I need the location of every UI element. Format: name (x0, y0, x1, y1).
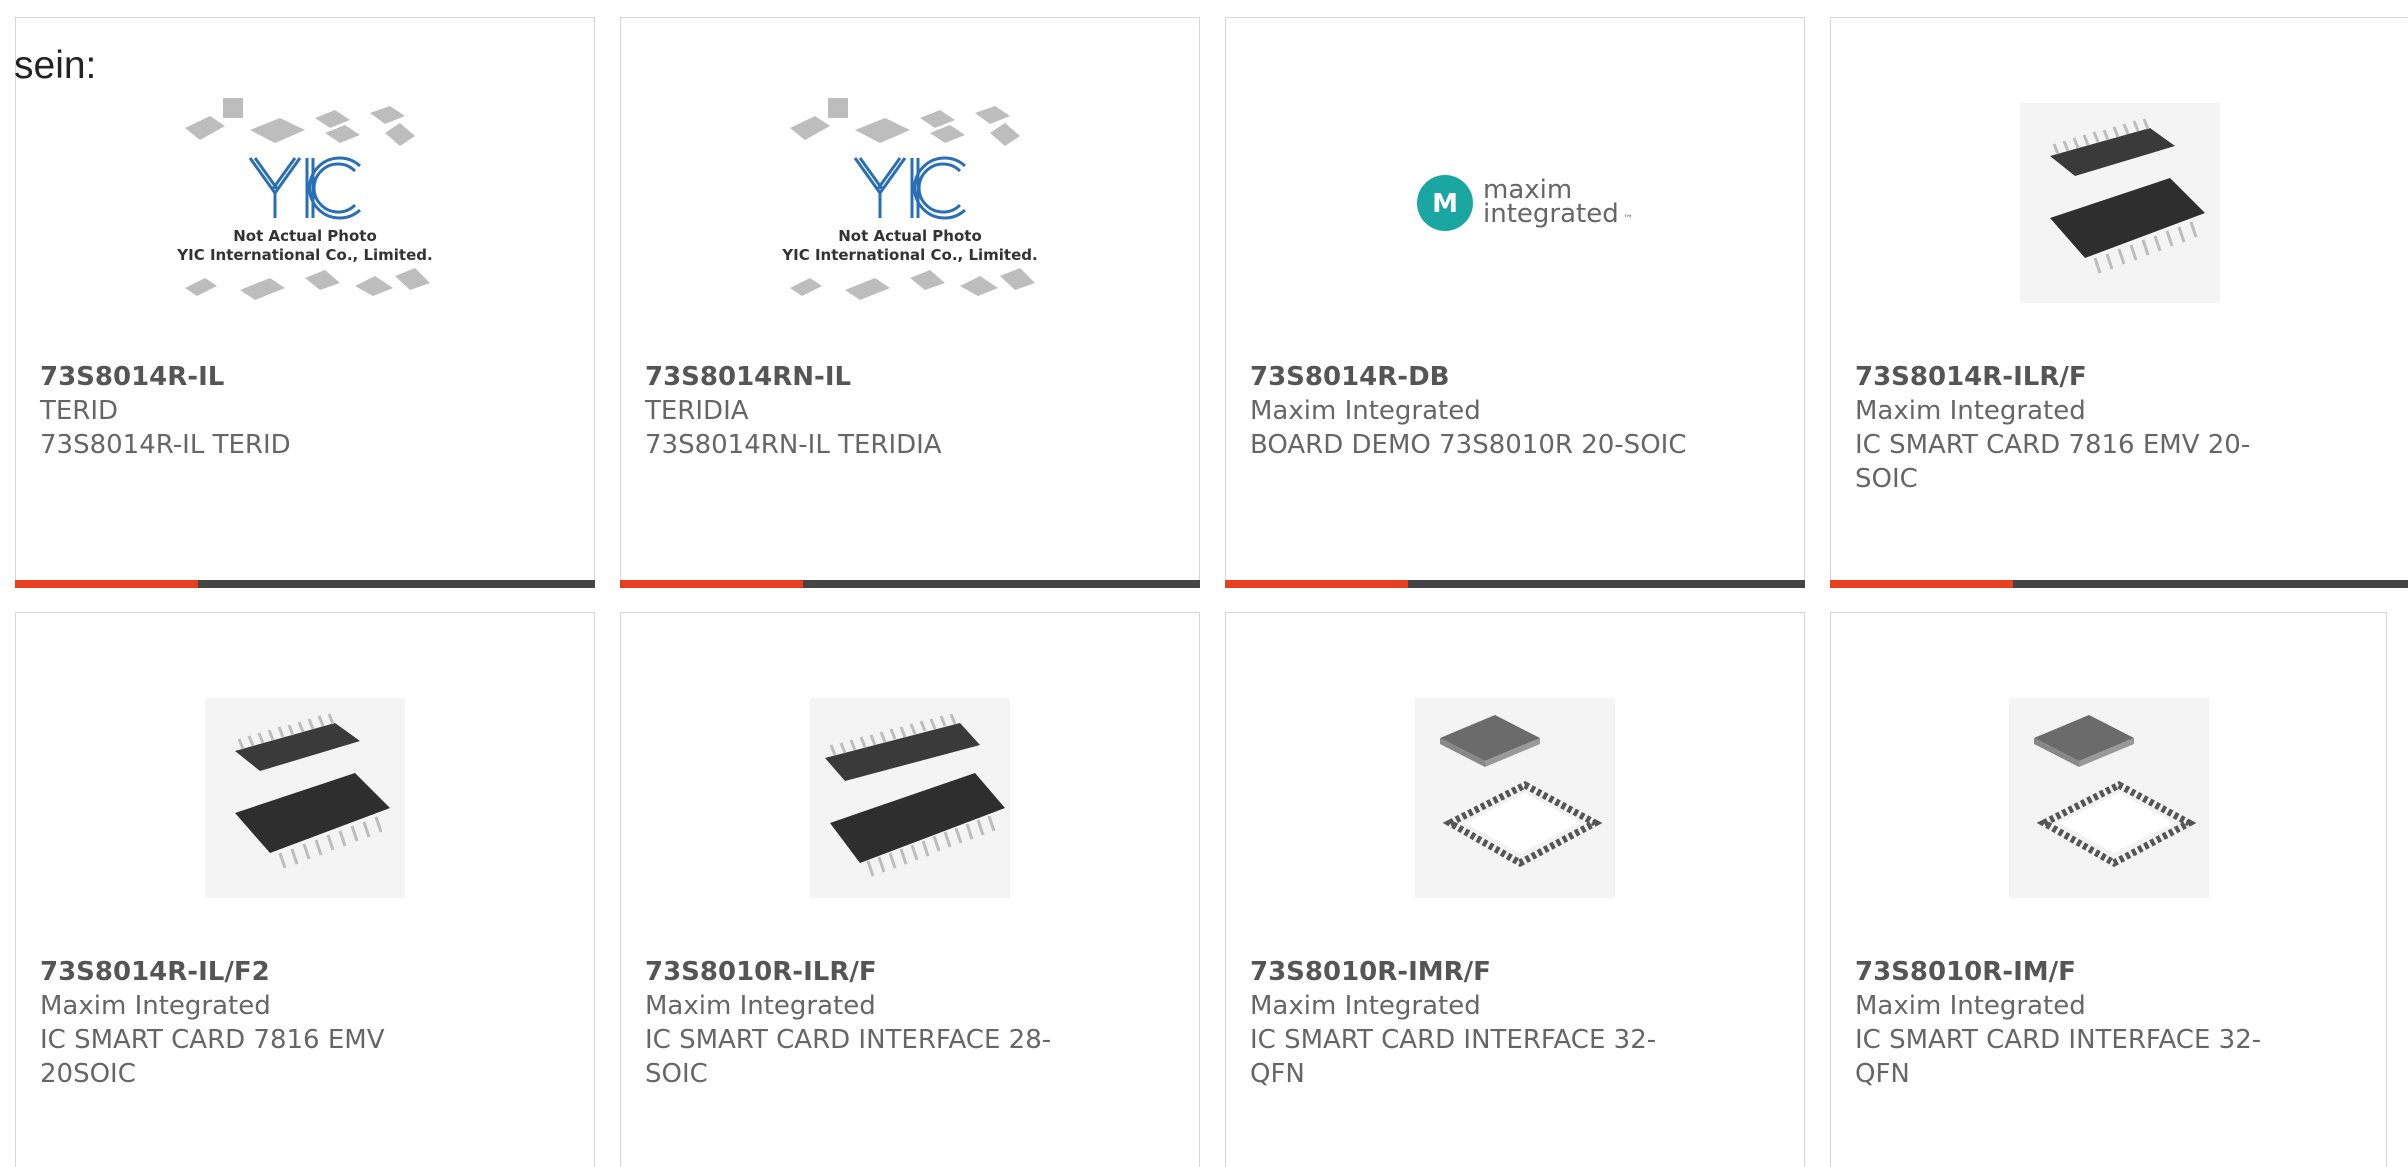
card-accent-stripe (1225, 580, 1408, 588)
manufacturer-name: Maxim Integrated (1855, 991, 2086, 1021)
product-card[interactable]: 73S8014R-IL/F2 Maxim Integrated IC SMART… (15, 612, 595, 1167)
card-accent-stripe (620, 580, 803, 588)
maxim-logo-image[interactable]: M maxim integrated ™ (1365, 78, 1665, 328)
svg-text:M: M (1432, 189, 1458, 219)
manufacturer-name: Maxim Integrated (1250, 396, 1481, 426)
yic-placeholder-image[interactable]: Not Actual Photo YIC International Co., … (155, 78, 455, 328)
manufacturer-name: Maxim Integrated (1855, 396, 2086, 426)
part-number-link[interactable]: 73S8010R-IM/F (1855, 955, 2325, 989)
card-footer-bar (1225, 580, 1805, 588)
soic-20-chip-image[interactable] (155, 673, 455, 923)
placeholder-caption-line2: YIC International Co., Limited. (781, 246, 1037, 264)
card-footer-bar (1830, 580, 2408, 588)
product-card[interactable]: M maxim integrated ™ 73S8014R-DB Maxim I… (1225, 17, 1805, 588)
part-number-link[interactable]: 73S8014R-ILR/F (1855, 360, 2325, 394)
part-number-link[interactable]: 73S8014R-IL (40, 360, 510, 394)
maxim-logo-line2: integrated (1483, 199, 1619, 229)
manufacturer-name: Maxim Integrated (1250, 991, 1481, 1021)
intro-text: sein: (14, 44, 97, 87)
product-description: IC SMART CARD 7816 EMV 20SOIC (40, 1025, 385, 1089)
part-number-link[interactable]: 73S8010R-IMR/F (1250, 955, 1720, 989)
part-number-link[interactable]: 73S8014RN-IL (645, 360, 1115, 394)
product-card[interactable]: 73S8014R-ILR/F Maxim Integrated IC SMART… (1830, 17, 2408, 588)
placeholder-caption-line2: YIC International Co., Limited. (176, 246, 432, 264)
part-number-link[interactable]: 73S8014R-DB (1250, 360, 1720, 394)
product-description: BOARD DEMO 73S8010R 20-SOIC (1250, 430, 1687, 460)
product-description: 73S8014R-IL TERID (40, 430, 291, 460)
soic-28-chip-image[interactable] (760, 673, 1060, 923)
manufacturer-name: TERIDIA (645, 396, 749, 426)
part-number-link[interactable]: 73S8014R-IL/F2 (40, 955, 510, 989)
qfn-32-chip-image[interactable] (1365, 673, 1665, 923)
product-description: IC SMART CARD INTERFACE 32-QFN (1855, 1025, 2262, 1089)
product-card[interactable]: 73S8010R-IM/F Maxim Integrated IC SMART … (1830, 612, 2387, 1167)
card-footer-bar (620, 580, 1200, 588)
product-card[interactable]: Not Actual Photo YIC International Co., … (15, 17, 595, 588)
soic-20-chip-image[interactable] (1970, 78, 2270, 328)
placeholder-caption-line1: Not Actual Photo (838, 227, 982, 245)
manufacturer-name: Maxim Integrated (40, 991, 271, 1021)
part-number-link[interactable]: 73S8010R-ILR/F (645, 955, 1115, 989)
product-card[interactable]: 73S8010R-ILR/F Maxim Integrated IC SMART… (620, 612, 1200, 1167)
product-card[interactable]: 73S8010R-IMR/F Maxim Integrated IC SMART… (1225, 612, 1805, 1167)
maxim-logo-tm: ™ (1623, 214, 1633, 225)
product-description: IC SMART CARD INTERFACE 28-SOIC (645, 1025, 1052, 1089)
product-description: IC SMART CARD 7816 EMV 20-SOIC (1855, 430, 2251, 494)
product-card[interactable]: Not Actual Photo YIC International Co., … (620, 17, 1200, 588)
qfn-32-chip-image[interactable] (1959, 673, 2259, 923)
card-footer-bar (15, 580, 595, 588)
product-grid: Not Actual Photo YIC International Co., … (15, 17, 2408, 1167)
product-description: IC SMART CARD INTERFACE 32-QFN (1250, 1025, 1657, 1089)
product-description: 73S8014RN-IL TERIDIA (645, 430, 942, 460)
placeholder-caption-line1: Not Actual Photo (233, 227, 377, 245)
manufacturer-name: TERID (40, 396, 119, 426)
yic-placeholder-image[interactable]: Not Actual Photo YIC International Co., … (760, 78, 1060, 328)
manufacturer-name: Maxim Integrated (645, 991, 876, 1021)
card-accent-stripe (1830, 580, 2013, 588)
card-accent-stripe (15, 580, 198, 588)
